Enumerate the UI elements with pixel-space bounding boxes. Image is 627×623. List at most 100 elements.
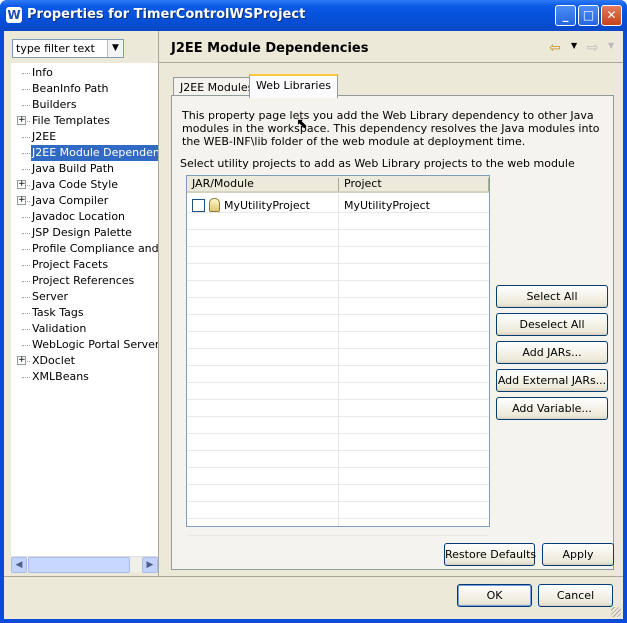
row-gridline xyxy=(187,246,489,247)
tree-item[interactable]: J2EE Module Dependencies xyxy=(31,145,158,161)
window-title: Properties for TimerControlWSProject xyxy=(27,7,306,22)
utility-projects-table: JAR/Module Project MyUtilityProject MyUt… xyxy=(186,175,490,536)
tree-connector xyxy=(22,153,30,154)
tab-web-libraries[interactable]: Web Libraries xyxy=(249,74,338,98)
row-gridline xyxy=(187,433,489,434)
row-project-name[interactable]: MyUtilityProject xyxy=(344,199,430,213)
panel-divider[interactable] xyxy=(158,31,159,576)
select-utility-label: Select utility projects to add as Web Li… xyxy=(180,157,575,170)
column-header-jar-module[interactable]: JAR/Module xyxy=(187,176,254,193)
back-arrow-icon[interactable]: ⇦ xyxy=(549,40,561,56)
tree-connector xyxy=(22,265,30,266)
scroll-left-icon[interactable]: ◀ xyxy=(11,557,27,573)
resize-grip[interactable] xyxy=(611,607,621,617)
ok-button[interactable]: OK xyxy=(457,584,532,607)
table-header: JAR/Module Project xyxy=(187,176,489,193)
jar-icon xyxy=(209,198,220,212)
expand-plus-icon[interactable]: + xyxy=(17,116,26,125)
tree-item[interactable]: File Templates xyxy=(31,113,111,129)
row-gridline xyxy=(187,263,489,264)
row-gridline xyxy=(187,450,489,451)
row-gridline xyxy=(187,382,489,383)
deselect-all-button[interactable]: Deselect All xyxy=(496,313,608,336)
row-gridline xyxy=(187,399,489,400)
expand-plus-icon[interactable]: + xyxy=(17,180,26,189)
add-variable-button[interactable]: Add Variable... xyxy=(496,397,608,420)
header-separator xyxy=(159,62,623,63)
restore-defaults-button[interactable]: Restore Defaults xyxy=(444,543,536,566)
select-all-button[interactable]: Select All xyxy=(496,285,608,308)
tree-connector xyxy=(22,137,30,138)
tree-item[interactable]: Validation xyxy=(31,321,87,337)
property-tree: Info BeanInfo Path Builders + File Templates… xyxy=(11,63,158,572)
app-icon: W xyxy=(6,7,22,23)
dialog-client-area: type filter text ▼ Info BeanInfo Path Buil… xyxy=(4,31,623,619)
add-jars-button[interactable]: Add JARs... xyxy=(496,341,608,364)
chevron-down-icon[interactable]: ▼ xyxy=(107,40,123,57)
row-gridline xyxy=(187,297,489,298)
tree-item[interactable]: Project References xyxy=(31,273,135,289)
expand-plus-icon[interactable]: + xyxy=(17,356,26,365)
tree-connector xyxy=(22,89,30,90)
column-separator[interactable] xyxy=(488,178,489,191)
row-gridline xyxy=(187,331,489,332)
tree-item[interactable]: Javadoc Location xyxy=(31,209,126,225)
filter-input[interactable]: type filter text ▼ xyxy=(12,39,124,58)
minimize-button[interactable]: _ xyxy=(555,5,576,26)
tree-item[interactable]: Info xyxy=(31,65,54,81)
tree-horizontal-scrollbar[interactable]: ◀ ▶ xyxy=(11,556,158,573)
tree-item[interactable]: BeanInfo Path xyxy=(31,81,110,97)
row-gridline xyxy=(187,416,489,417)
tree-item[interactable]: XDoclet xyxy=(31,353,76,369)
back-menu-chevron-icon[interactable]: ▼ xyxy=(571,41,577,50)
tree-connector xyxy=(22,313,30,314)
forward-menu-chevron-icon[interactable]: ▼ xyxy=(608,41,614,50)
tree-item[interactable]: Project Facets xyxy=(31,257,109,273)
tree-item[interactable]: XMLBeans xyxy=(31,369,90,385)
row-gridline xyxy=(187,467,489,468)
tree-item[interactable]: Java Code Style xyxy=(31,177,119,193)
forward-arrow-icon[interactable]: ⇨ xyxy=(587,40,599,56)
row-gridline xyxy=(187,501,489,502)
tree-connector xyxy=(22,73,30,74)
title-bar[interactable]: W Properties for TimerControlWSProject _… xyxy=(0,0,627,31)
tree-item[interactable]: JSP Design Palette xyxy=(31,225,133,241)
tree-item[interactable]: Builders xyxy=(31,97,78,113)
scroll-thumb[interactable] xyxy=(28,557,130,573)
column-gridline xyxy=(338,194,339,526)
tree-item[interactable]: Task Tags xyxy=(31,305,85,321)
row-gridline xyxy=(187,314,489,315)
tree-item[interactable]: J2EE xyxy=(31,129,57,145)
row-gridline xyxy=(187,280,489,281)
tree-connector xyxy=(22,329,30,330)
footer-separator xyxy=(4,576,623,577)
tree-item[interactable]: Java Compiler xyxy=(31,193,109,209)
row-module-name[interactable]: MyUtilityProject xyxy=(224,199,310,213)
add-external-jars-button[interactable]: Add External JARs... xyxy=(496,369,608,392)
row-gridline xyxy=(187,365,489,366)
mouse-pointer-icon: ⬉ xyxy=(296,116,308,132)
tree-connector xyxy=(22,249,30,250)
tree-item[interactable]: Server xyxy=(31,289,69,305)
page-description: This property page lets you add the Web … xyxy=(182,109,600,148)
expand-plus-icon[interactable]: + xyxy=(17,196,26,205)
row-gridline xyxy=(187,484,489,485)
row-gridline xyxy=(187,229,489,230)
row-gridline xyxy=(187,518,489,519)
filter-text: type filter text xyxy=(16,42,95,55)
tree-connector xyxy=(22,377,30,378)
tree-connector xyxy=(22,233,30,234)
maximize-button[interactable]: □ xyxy=(578,5,599,26)
tree-item[interactable]: WebLogic Portal Server Settings xyxy=(31,337,158,353)
column-header-project[interactable]: Project xyxy=(339,176,382,193)
cancel-button[interactable]: Cancel xyxy=(538,584,613,607)
apply-button[interactable]: Apply xyxy=(542,543,614,566)
tree-connector xyxy=(22,297,30,298)
properties-dialog: W Properties for TimerControlWSProject _… xyxy=(0,0,627,623)
row-checkbox[interactable] xyxy=(192,199,205,212)
scroll-right-icon[interactable]: ▶ xyxy=(142,557,158,573)
tree-item[interactable]: Java Build Path xyxy=(31,161,115,177)
close-button[interactable]: ✕ xyxy=(601,5,622,26)
tree-item[interactable]: Profile Compliance and Validation xyxy=(31,241,158,257)
tree-connector xyxy=(22,169,30,170)
